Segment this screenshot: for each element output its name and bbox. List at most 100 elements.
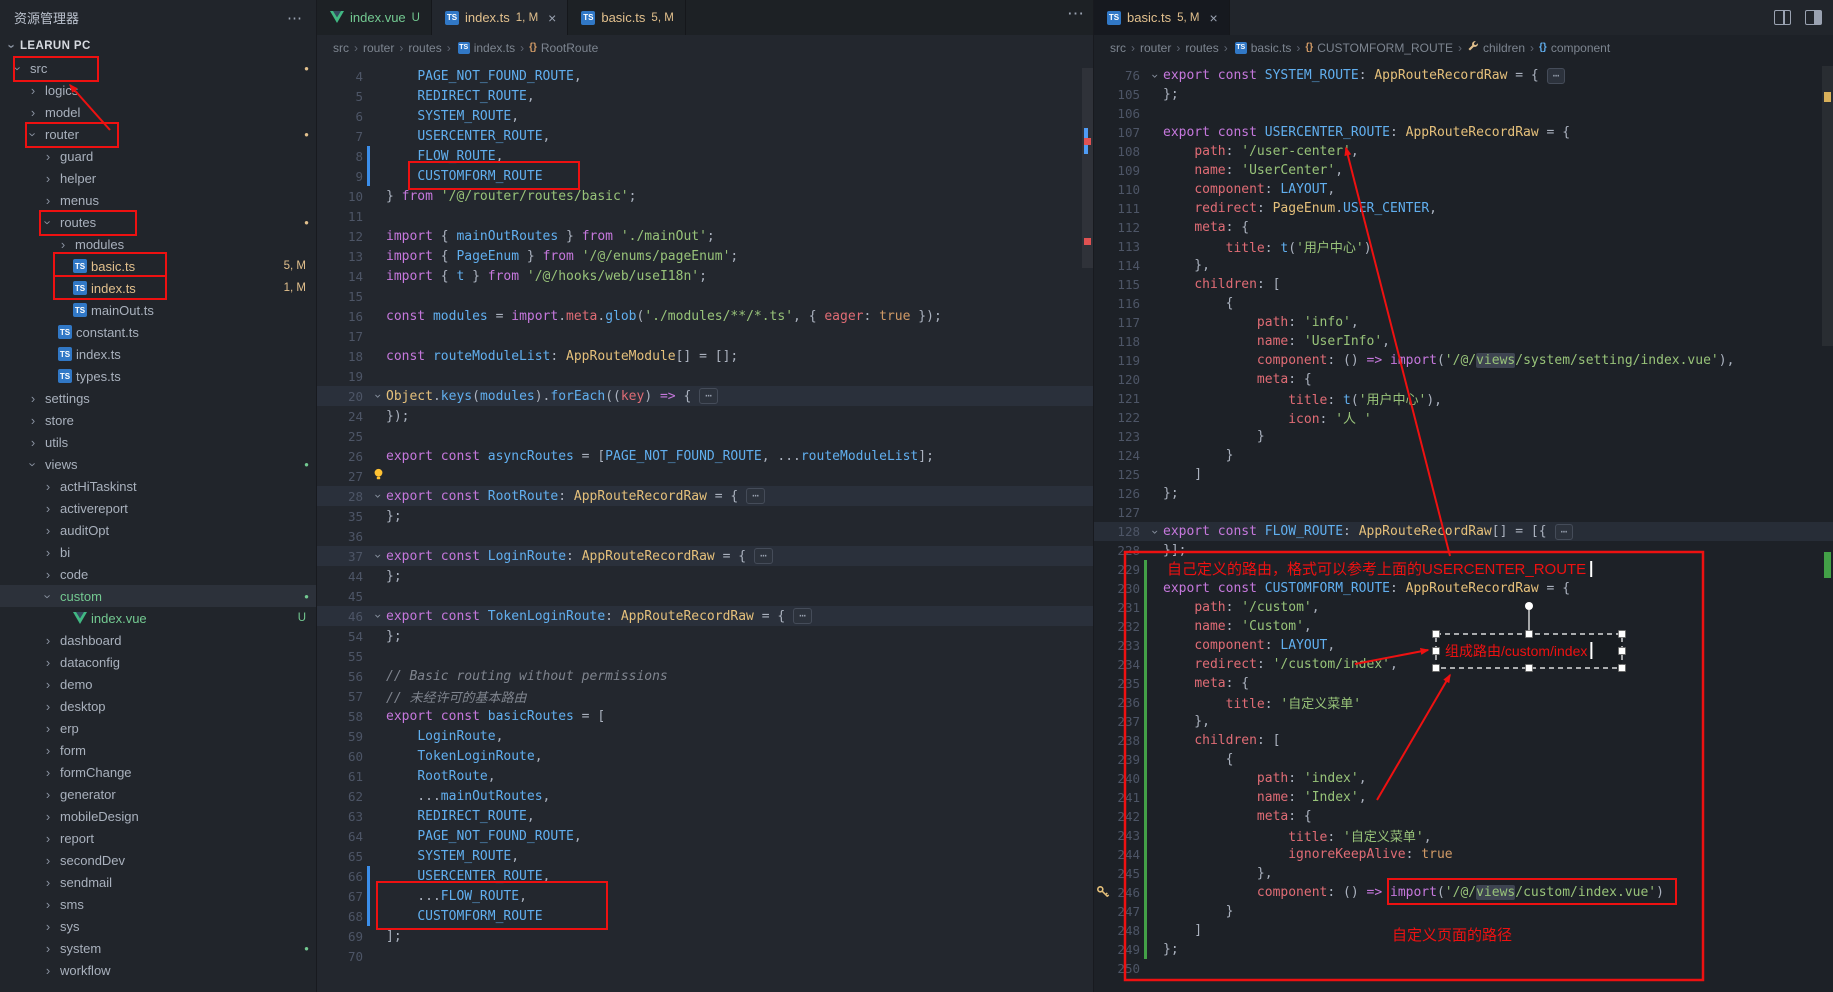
code-line-16[interactable]: 16const modules = import.meta.glob('./mo… — [317, 306, 1094, 326]
code-line-20[interactable]: 20›Object.keys(modules).forEach((key) =>… — [317, 386, 1094, 406]
code-line-248[interactable]: 248 ] — [1094, 921, 1833, 940]
code-line-54[interactable]: 54}; — [317, 626, 1094, 646]
code-line-76[interactable]: 76›export const SYSTEM_ROUTE: AppRouteRe… — [1094, 66, 1833, 85]
folded-code-badge[interactable]: ⋯ — [699, 388, 718, 404]
code-line-244[interactable]: 244 ignoreKeepAlive: true — [1094, 845, 1833, 864]
code-line-120[interactable]: 120 meta: { — [1094, 370, 1833, 389]
tree-item-store[interactable]: ›store — [0, 409, 316, 431]
tree-item-src[interactable]: ›src● — [0, 57, 316, 79]
tree-item-sys[interactable]: ›sys — [0, 915, 316, 937]
tree-item-utils[interactable]: ›utils — [0, 431, 316, 453]
code-line-239[interactable]: 239 { — [1094, 750, 1833, 769]
code-line-9[interactable]: 9 CUSTOMFORM_ROUTE — [317, 166, 1094, 186]
code-line-236[interactable]: 236 title: '自定义菜单' — [1094, 693, 1833, 712]
code-line-111[interactable]: 111 redirect: PageEnum.USER_CENTER, — [1094, 199, 1833, 218]
code-line-240[interactable]: 240 path: 'index', — [1094, 769, 1833, 788]
breadcrumb-item-src[interactable]: src — [1110, 41, 1126, 55]
code-line-243[interactable]: 243 title: '自定义菜单', — [1094, 826, 1833, 845]
tree-item-logics[interactable]: ›logics — [0, 79, 316, 101]
close-tab-icon[interactable]: × — [548, 10, 556, 26]
code-line-4[interactable]: 4 PAGE_NOT_FOUND_ROUTE, — [317, 66, 1094, 86]
code-line-122[interactable]: 122 icon: '人 ' — [1094, 408, 1833, 427]
code-line-124[interactable]: 124 } — [1094, 446, 1833, 465]
code-line-112[interactable]: 112 meta: { — [1094, 218, 1833, 237]
tree-item-sms[interactable]: ›sms — [0, 893, 316, 915]
tree-item-router[interactable]: ›router● — [0, 123, 316, 145]
code-line-109[interactable]: 109 name: 'UserCenter', — [1094, 161, 1833, 180]
code-line-12[interactable]: 12import { mainOutRoutes } from './mainO… — [317, 226, 1094, 246]
code-line-113[interactable]: 113 title: t('用户中心') — [1094, 237, 1833, 256]
tree-item-basic.ts[interactable]: TSbasic.ts5, M — [0, 255, 316, 277]
tree-item-modules[interactable]: ›modules — [0, 233, 316, 255]
tree-item-menus[interactable]: ›menus — [0, 189, 316, 211]
code-line-230[interactable]: 230export const CUSTOMFORM_ROUTE: AppRou… — [1094, 579, 1833, 598]
tree-item-mobileDesign[interactable]: ›mobileDesign — [0, 805, 316, 827]
tree-item-dataconfig[interactable]: ›dataconfig — [0, 651, 316, 673]
code-line-66[interactable]: 66 USERCENTER_ROUTE, — [317, 866, 1094, 886]
code-line-57[interactable]: 57// 未经许可的基本路由 — [317, 686, 1094, 706]
code-line-106[interactable]: 106 — [1094, 104, 1833, 123]
breadcrumb-item-index.ts[interactable]: TSindex.ts — [456, 41, 515, 55]
code-line-234[interactable]: 234 redirect: '/custom/index', — [1094, 655, 1833, 674]
code-line-15[interactable]: 15 — [317, 286, 1094, 306]
tree-item-activereport[interactable]: ›activereport — [0, 497, 316, 519]
tab-index.vue[interactable]: index.vueU — [317, 0, 432, 35]
tree-item-secondDev[interactable]: ›secondDev — [0, 849, 316, 871]
code-line-110[interactable]: 110 component: LAYOUT, — [1094, 180, 1833, 199]
breadcrumb-item-RootRoute[interactable]: {}RootRoute — [529, 41, 598, 55]
code-line-28[interactable]: 28›export const RootRoute: AppRouteRecor… — [317, 486, 1094, 506]
code-line-247[interactable]: 247 } — [1094, 902, 1833, 921]
split-editor-icon[interactable] — [1774, 10, 1791, 25]
code-line-25[interactable]: 25 — [317, 426, 1094, 446]
breadcrumb-item-component[interactable]: {}component — [1539, 41, 1610, 55]
code-line-14[interactable]: 14import { t } from '/@/hooks/web/useI18… — [317, 266, 1094, 286]
code-line-107[interactable]: 107export const USERCENTER_ROUTE: AppRou… — [1094, 123, 1833, 142]
code-line-105[interactable]: 105}; — [1094, 85, 1833, 104]
code-line-117[interactable]: 117 path: 'info', — [1094, 313, 1833, 332]
code-line-5[interactable]: 5 REDIRECT_ROUTE, — [317, 86, 1094, 106]
code-line-65[interactable]: 65 SYSTEM_ROUTE, — [317, 846, 1094, 866]
code-line-245[interactable]: 245 }, — [1094, 864, 1833, 883]
code-line-128[interactable]: 128›export const FLOW_ROUTE: AppRouteRec… — [1094, 522, 1833, 541]
code-line-64[interactable]: 64 PAGE_NOT_FOUND_ROUTE, — [317, 826, 1094, 846]
code-line-229[interactable]: 229 — [1094, 560, 1833, 579]
tree-item-actHiTaskinst[interactable]: ›actHiTaskinst — [0, 475, 316, 497]
tree-item-generator[interactable]: ›generator — [0, 783, 316, 805]
code-line-36[interactable]: 36 — [317, 526, 1094, 546]
code-line-59[interactable]: 59 LoginRoute, — [317, 726, 1094, 746]
fold-chevron-icon[interactable]: › — [1148, 524, 1162, 540]
code-line-242[interactable]: 242 meta: { — [1094, 807, 1833, 826]
code-line-126[interactable]: 126}; — [1094, 484, 1833, 503]
folded-code-badge[interactable]: ⋯ — [746, 488, 765, 504]
code-line-237[interactable]: 237 }, — [1094, 712, 1833, 731]
tree-item-guard[interactable]: ›guard — [0, 145, 316, 167]
fold-chevron-icon[interactable]: › — [371, 388, 385, 404]
tree-item-mainOut.ts[interactable]: TSmainOut.ts — [0, 299, 316, 321]
tree-item-constant.ts[interactable]: TSconstant.ts — [0, 321, 316, 343]
code-line-6[interactable]: 6 SYSTEM_ROUTE, — [317, 106, 1094, 126]
code-line-27[interactable]: 27 — [317, 466, 1094, 486]
code-line-18[interactable]: 18const routeModuleList: AppRouteModule[… — [317, 346, 1094, 366]
code-line-241[interactable]: 241 name: 'Index', — [1094, 788, 1833, 807]
tree-item-formChange[interactable]: ›formChange — [0, 761, 316, 783]
code-line-121[interactable]: 121 title: t('用户中心'), — [1094, 389, 1833, 408]
more-actions-icon[interactable]: ⋯ — [287, 9, 302, 27]
code-line-11[interactable]: 11 — [317, 206, 1094, 226]
code-line-24[interactable]: 24}); — [317, 406, 1094, 426]
code-line-10[interactable]: 10} from '/@/router/routes/basic'; — [317, 186, 1094, 206]
fold-chevron-icon[interactable]: › — [371, 608, 385, 624]
tree-item-demo[interactable]: ›demo — [0, 673, 316, 695]
tree-item-workflow[interactable]: ›workflow — [0, 959, 316, 981]
code-line-60[interactable]: 60 TokenLoginRoute, — [317, 746, 1094, 766]
tree-item-sendmail[interactable]: ›sendmail — [0, 871, 316, 893]
tree-item-dashboard[interactable]: ›dashboard — [0, 629, 316, 651]
code-line-233[interactable]: 233 component: LAYOUT, — [1094, 636, 1833, 655]
breadcrumb-item-router[interactable]: router — [363, 41, 394, 55]
tree-item-system[interactable]: ›system● — [0, 937, 316, 959]
fold-chevron-icon[interactable]: › — [371, 548, 385, 564]
tree-item-index.ts[interactable]: TSindex.ts — [0, 343, 316, 365]
folded-code-badge[interactable]: ⋯ — [793, 608, 812, 624]
breadcrumb-item-src[interactable]: src — [333, 41, 349, 55]
code-line-67[interactable]: 67 ...FLOW_ROUTE, — [317, 886, 1094, 906]
more-actions-icon[interactable]: ⋯ — [1067, 4, 1084, 24]
